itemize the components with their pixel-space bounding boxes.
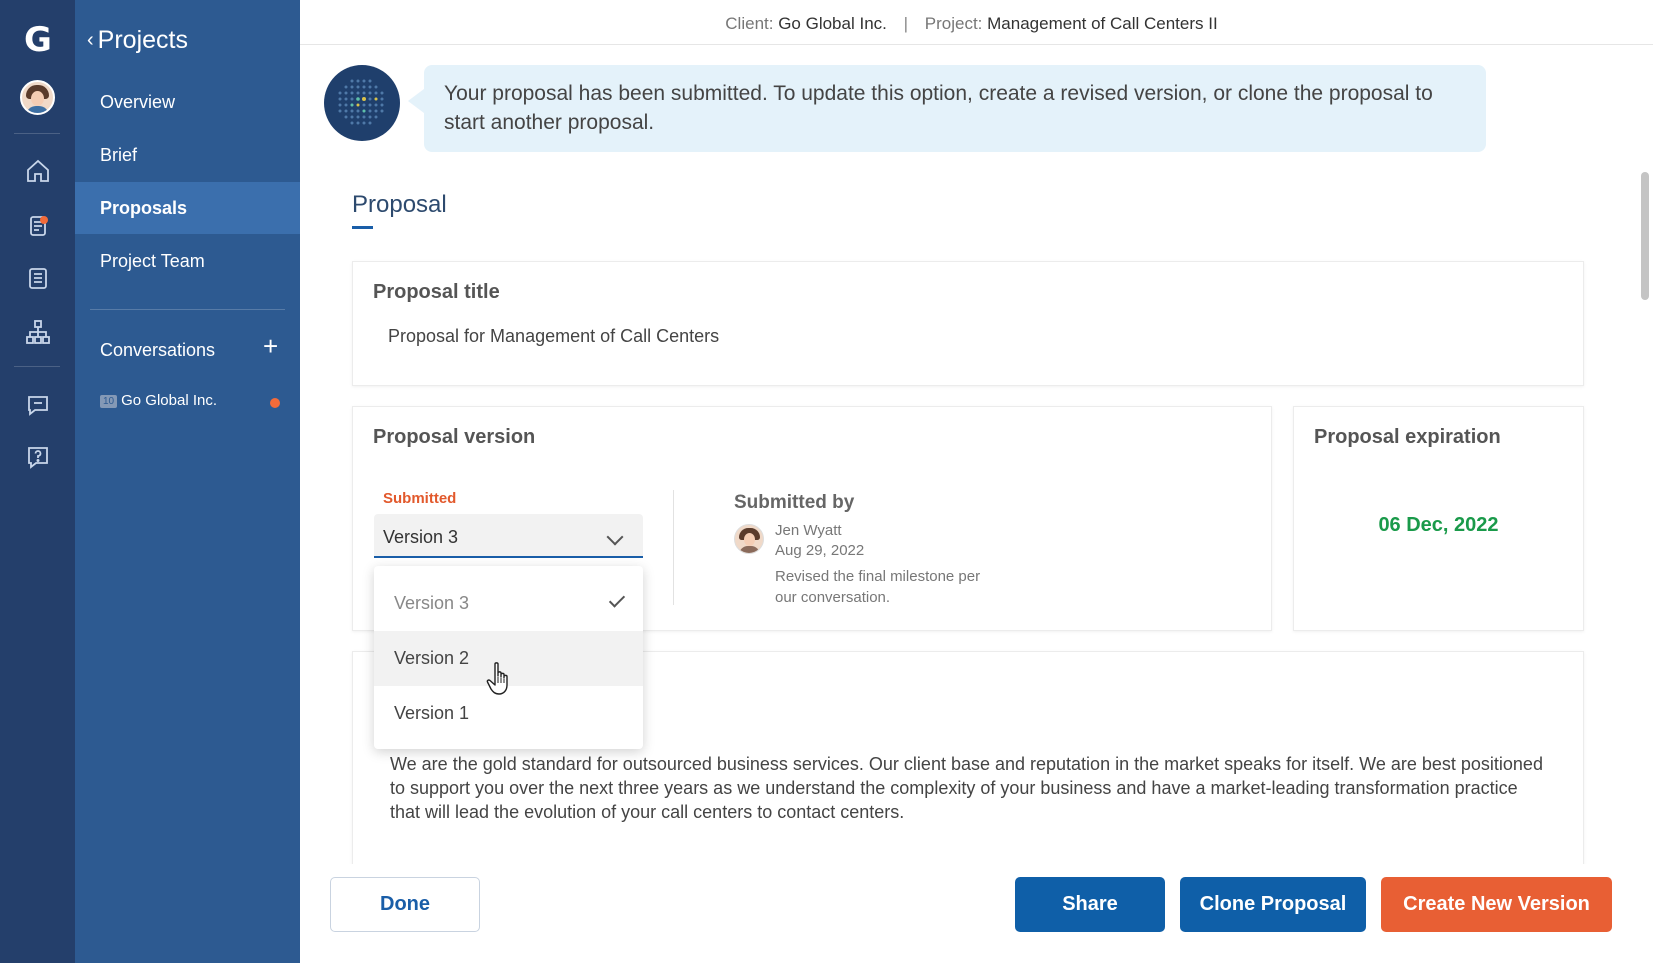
back-to-projects[interactable]: ‹ Projects bbox=[87, 26, 188, 55]
version-option-3[interactable]: Version 3 bbox=[374, 576, 643, 631]
file-list-icon[interactable] bbox=[24, 264, 52, 292]
conversation-name: Go Global Inc. bbox=[121, 392, 218, 409]
sidebar-divider bbox=[90, 309, 285, 310]
submitted-by-label: Submitted by bbox=[734, 492, 855, 513]
icon-rail: G bbox=[0, 0, 75, 963]
submission-notice: Your proposal has been submitted. To upd… bbox=[408, 65, 1486, 152]
submission-note: Revised the final milestone per our conv… bbox=[775, 568, 981, 606]
submitted-date: Aug 29, 2022 bbox=[775, 542, 865, 559]
tab-proposal[interactable]: Proposal bbox=[352, 191, 447, 219]
scrollbar[interactable] bbox=[1641, 172, 1649, 300]
status-submitted: Submitted bbox=[383, 490, 457, 507]
chat-icon[interactable] bbox=[24, 390, 52, 418]
proposal-title-value: Proposal for Management of Call Centers bbox=[388, 326, 720, 346]
project-sidebar: ‹ Projects Overview Brief Proposals Proje… bbox=[75, 0, 300, 963]
create-new-version-button[interactable]: Create New Version bbox=[1381, 877, 1612, 932]
project-key: Project: bbox=[924, 14, 983, 33]
sidebar-item-proposals[interactable]: Proposals bbox=[75, 182, 300, 234]
user-avatar[interactable] bbox=[20, 80, 55, 115]
client-key: Client: bbox=[725, 14, 774, 33]
notification-dot bbox=[40, 216, 48, 224]
share-button[interactable]: Share bbox=[1015, 877, 1165, 932]
submitter-avatar bbox=[734, 524, 764, 554]
chevron-down-icon bbox=[606, 528, 624, 546]
org-chart-icon[interactable] bbox=[24, 318, 52, 346]
sidebar-item-brief[interactable]: Brief bbox=[75, 129, 300, 181]
expiration-date: 06 Dec, 2022 bbox=[1378, 514, 1499, 536]
unread-dot bbox=[270, 398, 280, 408]
home-icon[interactable] bbox=[24, 157, 52, 185]
add-conversation-button[interactable]: + bbox=[263, 333, 278, 359]
proposal-title-card: Proposal title bbox=[352, 261, 1584, 386]
project-header: Client: Go Global Inc. | Project: Manage… bbox=[300, 0, 1653, 45]
version-select-value: Version 3 bbox=[383, 527, 459, 547]
client-value: Go Global Inc. bbox=[778, 14, 887, 33]
sidebar-item-overview[interactable]: Overview bbox=[75, 76, 300, 128]
project-value: Management of Call Centers II bbox=[987, 14, 1218, 33]
version-divider bbox=[673, 490, 674, 605]
version-option-label: Version 2 bbox=[394, 648, 470, 668]
sidebar-item-project-team[interactable]: Project Team bbox=[75, 235, 300, 287]
done-button[interactable]: Done bbox=[330, 877, 480, 932]
conversation-item[interactable]: 10 Go Global Inc. bbox=[100, 392, 217, 409]
help-icon[interactable] bbox=[24, 443, 52, 471]
version-option-label: Version 3 bbox=[394, 593, 470, 613]
proposal-expiration-label: Proposal expiration bbox=[1314, 426, 1501, 448]
rail-divider bbox=[14, 133, 60, 134]
app-logo[interactable]: G bbox=[20, 22, 56, 58]
tab-indicator bbox=[352, 226, 373, 229]
assistant-avatar bbox=[324, 65, 400, 141]
chevron-left-icon: ‹ bbox=[87, 29, 94, 51]
check-icon bbox=[608, 591, 626, 608]
conversations-heading: Conversations bbox=[100, 340, 216, 360]
version-option-label: Version 1 bbox=[394, 703, 470, 723]
submitter-name: Jen Wyatt bbox=[775, 522, 842, 539]
version-select[interactable]: Version 3 bbox=[374, 514, 643, 558]
proposal-version-label: Proposal version bbox=[373, 426, 536, 448]
projects-title: Projects bbox=[97, 26, 188, 54]
hand-pointer-icon bbox=[486, 661, 514, 697]
conversation-count-badge: 10 bbox=[100, 395, 118, 408]
clone-proposal-button[interactable]: Clone Proposal bbox=[1180, 877, 1366, 932]
proposal-title-label: Proposal title bbox=[373, 281, 500, 303]
documents-icon[interactable] bbox=[24, 211, 52, 239]
version-dropdown-menu: Version 3 Version 2 Version 1 bbox=[374, 566, 643, 749]
rail-divider bbox=[14, 366, 60, 367]
header-separator: | bbox=[903, 14, 909, 33]
proposal-summary-text: We are the gold standard for outsourced … bbox=[390, 754, 1543, 822]
